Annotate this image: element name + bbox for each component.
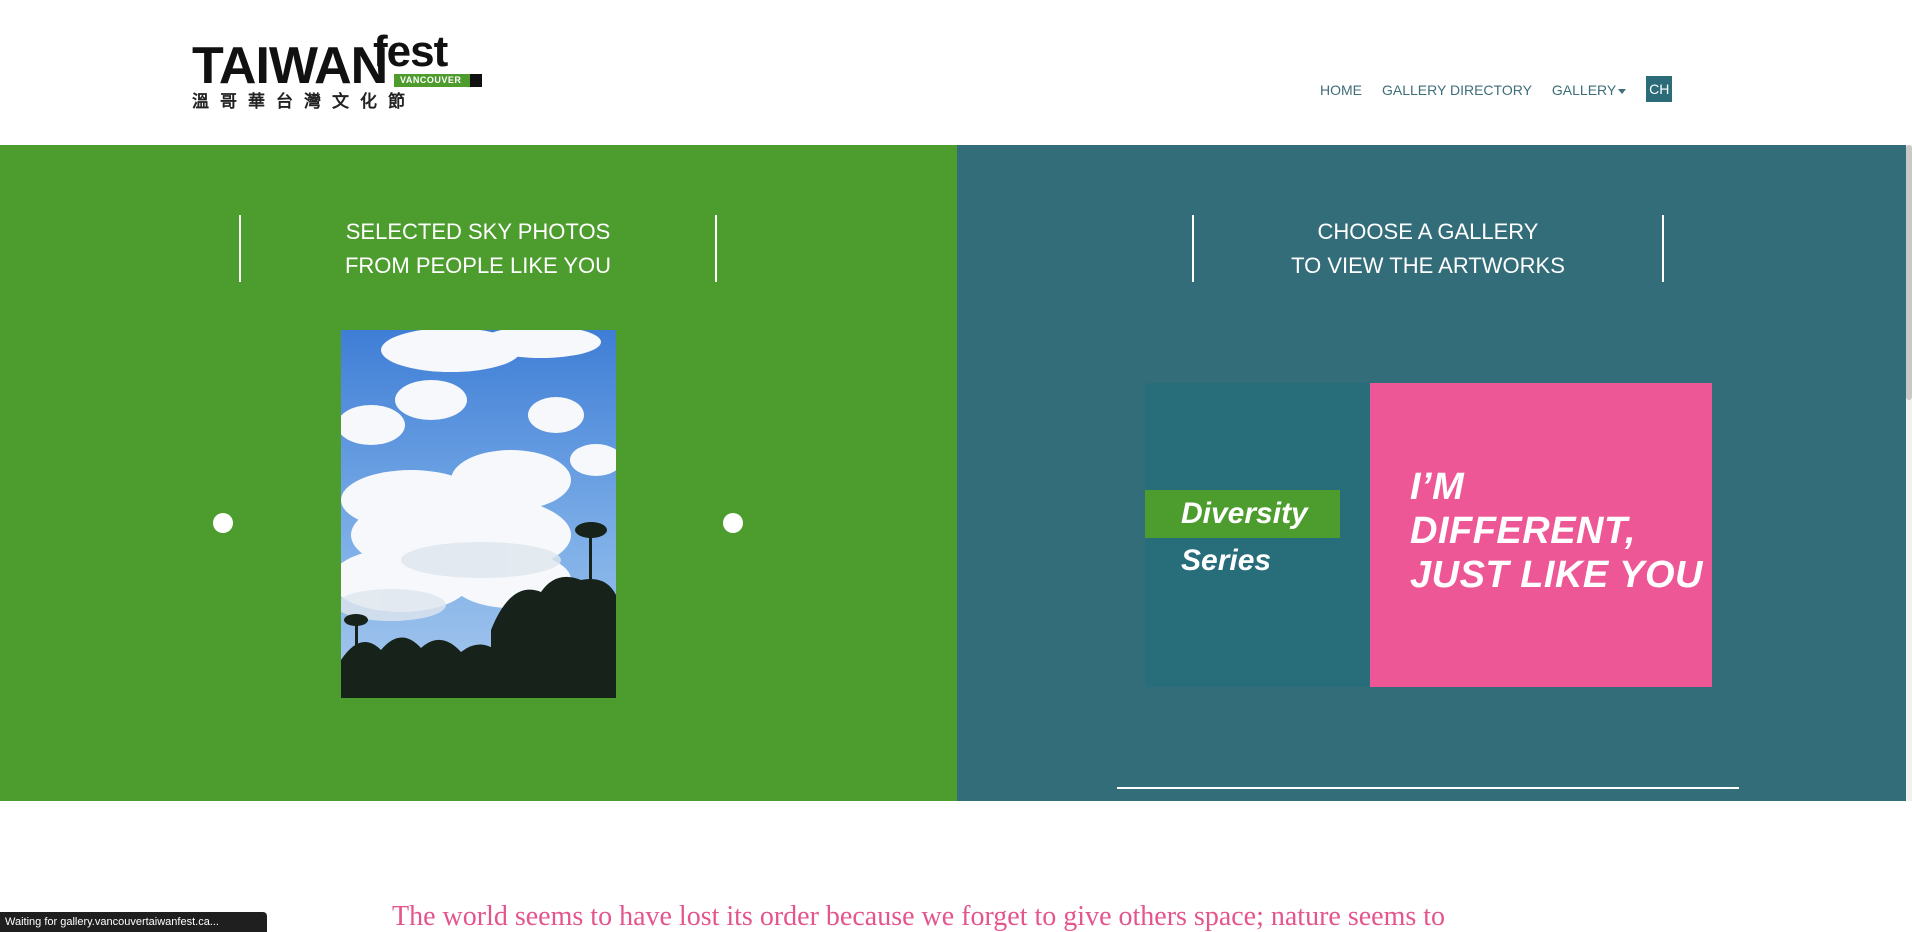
nav-gallery-dropdown[interactable]: GALLERY <box>1551 82 1627 98</box>
gallery-chooser-panel: CHOOSE A GALLERY TO VIEW THE ARTWORKS Di… <box>957 145 1906 801</box>
gallery-card-title: I’M DIFFERENT, JUST LIKE YOU <box>1410 465 1703 597</box>
logo-fest: fest <box>373 27 448 76</box>
carousel-prev-dot[interactable] <box>213 513 233 533</box>
card-title-line2: DIFFERENT, <box>1410 510 1636 552</box>
taiwanfest-logo[interactable]: TAIWAN fest VANCOUVER 溫哥華台灣文化節 <box>192 30 482 120</box>
logo-vancouver-tag: VANCOUVER <box>394 74 480 87</box>
language-toggle-button[interactable]: CH <box>1646 76 1673 102</box>
nav-gallery-label: GALLERY <box>1551 82 1617 98</box>
card-title-line1: I’M <box>1410 466 1465 508</box>
logo-chinese-name: 溫哥華台灣文化節 <box>192 92 416 112</box>
main-nav: HOME GALLERY DIRECTORY GALLERY CH <box>1320 76 1673 102</box>
gallery-chooser-heading: CHOOSE A GALLERY TO VIEW THE ARTWORKS <box>1192 215 1664 282</box>
gallery-divider <box>1117 787 1739 789</box>
logo-wordmark: TAIWAN <box>192 37 388 95</box>
nav-home[interactable]: HOME <box>1320 82 1362 98</box>
sky-photos-heading: SELECTED SKY PHOTOS FROM PEOPLE LIKE YOU <box>239 215 717 282</box>
intro-quote: The world seems to have lost its order b… <box>392 901 1446 932</box>
caret-down-icon <box>1618 88 1627 94</box>
gallery-card-right: I’M DIFFERENT, JUST LIKE YOU <box>1370 383 1712 687</box>
card-title-line3: JUST LIKE YOU <box>1410 554 1703 596</box>
nav-gallery-directory[interactable]: GALLERY DIRECTORY <box>1382 82 1532 98</box>
sky-photo-illustration <box>341 330 616 698</box>
gallery-heading-line2: TO VIEW THE ARTWORKS <box>1291 253 1565 278</box>
site-header: TAIWAN fest VANCOUVER 溫哥華台灣文化節 HOME GALL… <box>0 0 1912 145</box>
browser-status-bar: Waiting for gallery.vancouvertaiwanfest.… <box>0 912 267 932</box>
sky-heading-line1: SELECTED SKY PHOTOS <box>345 219 611 244</box>
series-label: Series <box>1181 544 1272 577</box>
logo-tag-block <box>470 74 482 87</box>
sky-heading-line2: FROM PEOPLE LIKE YOU <box>344 253 612 278</box>
scrollbar-thumb[interactable] <box>1906 145 1912 400</box>
gallery-card-left: Diversity Series <box>1145 383 1370 687</box>
carousel-next-dot[interactable] <box>723 513 743 533</box>
gallery-heading-line1: CHOOSE A GALLERY <box>1317 219 1539 244</box>
sky-photo-image[interactable] <box>341 330 616 698</box>
diversity-label: Diversity <box>1145 490 1340 538</box>
diversity-series-gallery-card[interactable]: Diversity Series I’M DIFFERENT, JUST LIK… <box>1145 383 1712 687</box>
sky-photos-panel: SELECTED SKY PHOTOS FROM PEOPLE LIKE YOU <box>0 145 957 801</box>
